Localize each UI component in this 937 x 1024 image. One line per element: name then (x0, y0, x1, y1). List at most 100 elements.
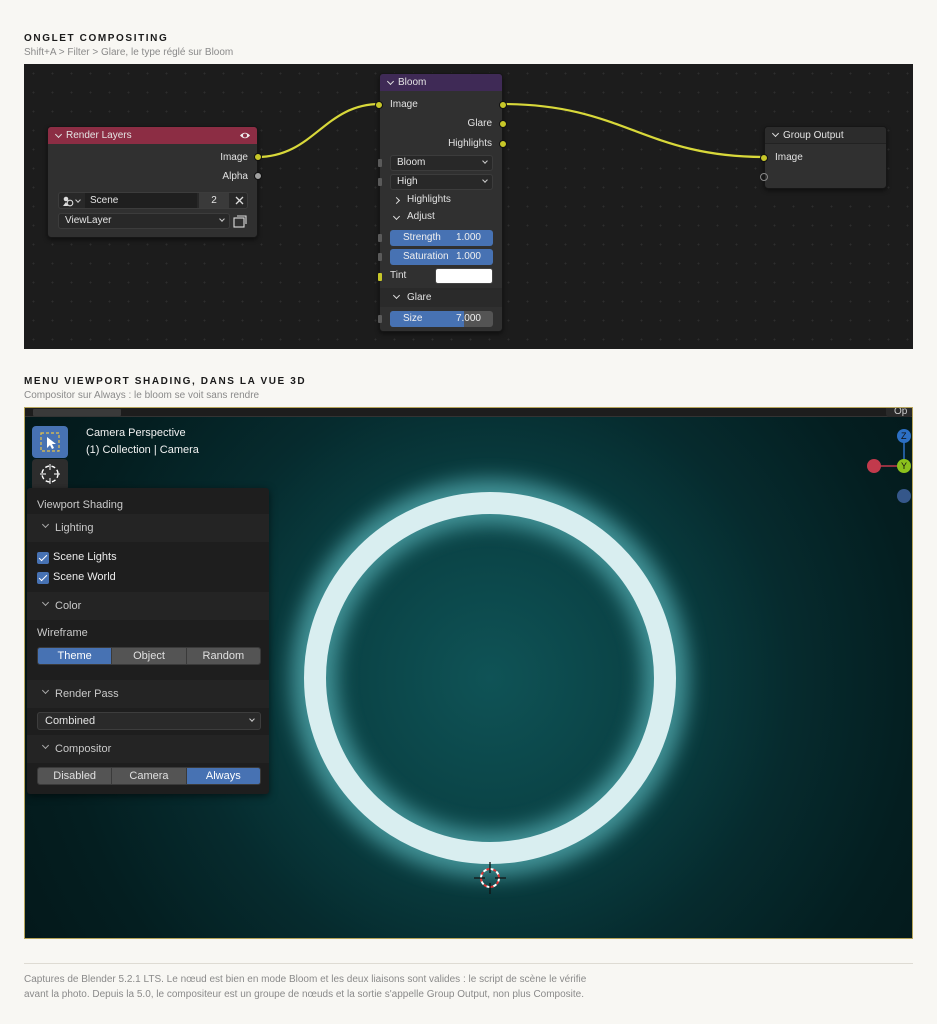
quality-dropdown[interactable]: High (390, 174, 493, 190)
section-subtitle-compositing: Shift+A > Filter > Glare, le type réglé … (24, 47, 234, 58)
chevron-down-icon[interactable] (54, 130, 63, 138)
compositor-disabled-button[interactable]: Disabled (38, 768, 113, 784)
saturation-value: 1.000 (455, 251, 481, 262)
empty-input-socket[interactable] (760, 173, 768, 181)
panel-adjust-label: Adjust (407, 211, 435, 222)
scene-selector[interactable]: Scene 2 (58, 192, 248, 209)
glare-type-dropdown[interactable]: Bloom (390, 155, 493, 171)
select-tool-button[interactable] (32, 426, 68, 458)
input-image-socket[interactable] (760, 154, 768, 162)
output-image-socket[interactable] (499, 101, 507, 109)
wireframe-label: Wireframe (37, 627, 88, 639)
group-output-title: Group Output (783, 129, 844, 141)
compositor-mode-selector[interactable]: Disabled Camera Always (37, 767, 261, 785)
close-icon[interactable] (235, 196, 244, 205)
bloom-header[interactable]: Bloom (380, 74, 502, 91)
footer-line-1: Captures de Blender 5.2.1 LTS. Le nœud e… (24, 974, 587, 985)
strength-slider[interactable]: Strength 1.000 (390, 230, 493, 246)
render-pass-value: Combined (45, 715, 96, 727)
saturation-slider[interactable]: Saturation 1.000 (390, 249, 493, 265)
scene-world-checkbox[interactable]: Scene World (37, 571, 187, 585)
group-output-node[interactable]: Group Output Image (760, 126, 887, 189)
scene-users-count[interactable]: 2 (199, 193, 229, 208)
output-image-socket[interactable] (254, 153, 262, 161)
group-output-header[interactable]: Group Output (765, 127, 886, 144)
scene-lights-label: Scene Lights (53, 551, 117, 563)
panel-highlights-toggle[interactable]: Highlights (392, 194, 494, 208)
panel-glare-toggle[interactable]: Glare (380, 288, 502, 307)
chevron-down-icon[interactable] (771, 129, 780, 138)
panel-glare-label: Glare (407, 292, 432, 303)
compositor-always-button[interactable]: Always (186, 768, 260, 784)
render-layers-node[interactable]: Render Layers Image Alpha Scene 2 ViewLa… (47, 126, 262, 238)
checkbox-checked-icon (37, 552, 49, 564)
3d-viewport[interactable]: Op Camera Perspective (1) Collection | C… (24, 407, 913, 939)
color-section-header[interactable]: Color (27, 592, 269, 620)
size-input-socket (378, 315, 382, 323)
viewport-shading-panel[interactable]: Viewport Shading Lighting Scene Lights S… (27, 488, 269, 794)
bloom-title: Bloom (398, 77, 427, 88)
output-alpha-socket[interactable] (254, 172, 262, 180)
input-image-label: Image (390, 99, 418, 110)
output-glare-socket[interactable] (499, 120, 507, 128)
size-slider-fill (390, 311, 465, 327)
size-value: 7.000 (455, 313, 481, 324)
chevron-down-icon (392, 212, 401, 221)
cursor-tool-button[interactable] (32, 459, 68, 491)
section-title-compositing: ONGLET COMPOSITING (24, 33, 169, 44)
eye-icon[interactable] (239, 131, 251, 140)
lighting-section-header[interactable]: Lighting (27, 514, 269, 542)
wireframe-random-button[interactable]: Random (186, 648, 260, 664)
output-highlights-socket[interactable] (499, 140, 507, 148)
output-image-label: Image (220, 152, 248, 163)
lighting-label: Lighting (55, 522, 94, 534)
color-label: Color (55, 600, 82, 612)
type-input-socket (378, 159, 382, 167)
compositor-camera-button[interactable]: Camera (112, 768, 187, 784)
quality-input-socket (378, 178, 382, 186)
tint-color-swatch[interactable] (435, 268, 493, 284)
scene-name-field[interactable]: Scene (85, 193, 197, 208)
bloom-glare-node[interactable]: Bloom Image Glare Highlights Bloom High … (375, 73, 507, 332)
tint-input-socket[interactable] (378, 273, 382, 281)
input-image-socket[interactable] (375, 101, 383, 109)
footer-divider (24, 963, 913, 964)
cursor-tool-icon (40, 464, 60, 484)
render-pass-dropdown[interactable]: Combined (37, 712, 261, 730)
compositor-section-header[interactable]: Compositor (27, 735, 269, 763)
compositor-label: Compositor (55, 743, 112, 755)
gizmo-z-label: Z (901, 431, 907, 441)
panel-highlights-label: Highlights (407, 194, 451, 205)
render-pass-section-header[interactable]: Render Pass (27, 680, 269, 708)
wireframe-object-button[interactable]: Object (112, 648, 187, 664)
chevron-down-icon[interactable] (386, 77, 395, 85)
link-renderlayers-bloom (256, 102, 381, 159)
saturation-input-socket (378, 253, 382, 261)
render-layers-header[interactable]: Render Layers (48, 127, 257, 144)
size-slider[interactable]: Size 7.000 (390, 311, 493, 327)
strength-input-socket (378, 234, 382, 242)
chevron-down-icon (219, 216, 225, 222)
view-layer-dropdown[interactable]: ViewLayer (58, 213, 230, 229)
checkbox-checked-icon (37, 572, 49, 584)
scene-lights-checkbox[interactable]: Scene Lights (37, 551, 187, 565)
wireframe-color-selector[interactable]: Theme Object Random (37, 647, 261, 665)
render-pass-label: Render Pass (55, 688, 119, 700)
view-layer-icon[interactable] (233, 215, 247, 228)
camera-perspective-label: Camera Perspective (86, 427, 186, 439)
panel-title: Viewport Shading (37, 499, 124, 511)
chevron-down-icon[interactable] (75, 197, 81, 203)
panel-adjust-toggle[interactable]: Adjust (392, 211, 494, 225)
chevron-right-icon (392, 196, 401, 205)
scene-icon (63, 196, 74, 207)
section-subtitle-viewport: Compositor sur Always : le bloom se voit… (24, 390, 260, 401)
wireframe-theme-button[interactable]: Theme (38, 648, 113, 664)
size-label: Size (403, 313, 423, 324)
render-layers-title: Render Layers (66, 130, 132, 141)
chevron-down-icon (482, 177, 488, 183)
scene-world-label: Scene World (53, 571, 116, 583)
gizmo-y-label: Y (901, 461, 907, 471)
footer-caption: Captures de Blender 5.2.1 LTS. Le nœud e… (24, 972, 664, 1002)
node-editor[interactable]: Render Layers Image Alpha Scene 2 ViewLa… (24, 64, 913, 349)
navigation-gizmo[interactable]: Z Y (866, 426, 912, 506)
